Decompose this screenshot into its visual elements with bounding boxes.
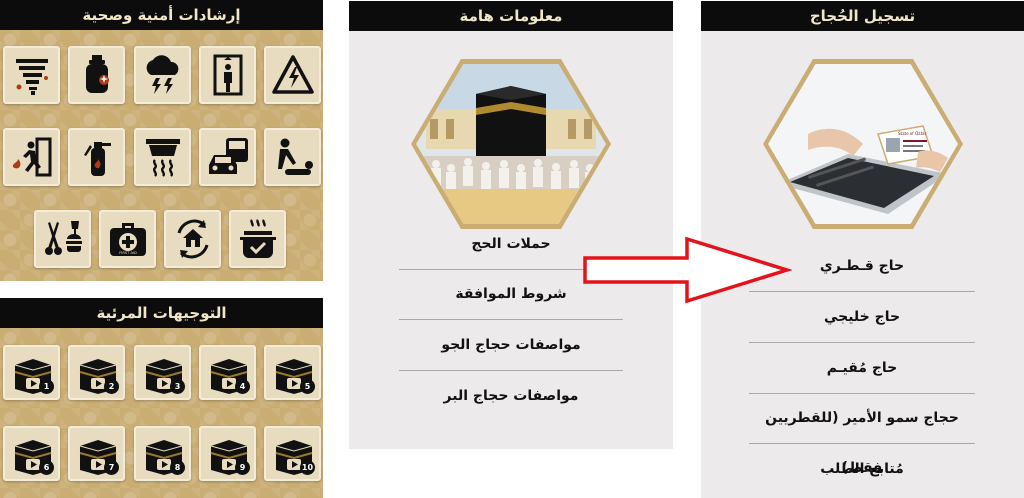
video-tile[interactable]: 7 [68,426,125,481]
cpr-tile[interactable] [264,128,321,186]
video-number: 10 [300,460,315,475]
video-number: 1 [39,379,54,394]
video-tile[interactable]: 6 [3,426,60,481]
cooking-pot-icon [239,219,276,258]
info-panel-header: معلومات هامة [349,1,673,31]
red-arrow-icon [583,236,792,304]
video-tile[interactable]: 8 [134,426,191,481]
vehicles-icon [208,138,248,174]
fire-extinguisher-icon [83,142,111,176]
cooking-pot-tile[interactable] [229,210,286,268]
storm-tile[interactable] [134,46,191,104]
tornado-tile[interactable] [3,46,60,104]
video-tile[interactable]: 3 [134,345,191,400]
first-aid-kit-tile[interactable]: FIRST AID [99,210,156,268]
gas-cylinder-icon [85,55,109,93]
barber-food-tile[interactable] [34,210,91,268]
vehicles-tile[interactable] [199,128,256,186]
info-menu-item[interactable]: مواصفات حجاج الجو [399,320,623,370]
house-care-tile[interactable] [164,210,221,268]
video-number: 5 [300,379,315,394]
storm-icon [146,55,178,94]
safety-panel: FIRST AID [0,30,323,281]
video-panel-header: التوجيهات المرئية [0,298,323,328]
id-card-text: State of Qatar [898,131,927,136]
video-number: 4 [235,379,250,394]
elevator-tile[interactable] [199,46,256,104]
high-voltage-icon [271,55,314,94]
video-tile[interactable]: 2 [68,345,125,400]
first-aid-text: FIRST AID [119,251,137,255]
elevator-icon [213,54,242,96]
safety-panel-header: إرشادات أمنية وصحية [0,0,323,30]
gas-cylinder-tile[interactable] [68,46,125,104]
cpr-icon [277,138,313,175]
registration-menu-item[interactable]: حجاج سمو الأمير (للقطريين فقط) [749,393,975,476]
emergency-exit-icon [12,137,51,177]
smoke-detector-icon [145,139,180,177]
video-number: 3 [170,379,185,394]
video-number: 6 [39,460,54,475]
video-number: 2 [104,379,119,394]
video-tile[interactable]: 5 [264,345,321,400]
laptop-id-card-image: State of Qatar [768,64,958,224]
video-number: 8 [170,460,185,475]
registration-menu-item[interactable]: حاج مُقيـم [749,343,975,393]
kaaba-image-frame [411,59,611,229]
video-number: 9 [235,460,250,475]
registration-panel-header: تسجيل الحُجاج [701,1,1024,31]
emergency-exit-tile[interactable] [3,128,60,186]
house-care-icon [177,219,208,259]
smoke-detector-tile[interactable] [134,128,191,186]
video-tile[interactable]: 10 [264,426,321,481]
laptop-image-frame: State of Qatar [763,59,963,229]
tornado-icon [15,59,48,95]
video-tile[interactable]: 4 [199,345,256,400]
high-voltage-tile[interactable] [264,46,321,104]
fire-extinguisher-tile[interactable] [68,128,125,186]
barber-food-icon [44,221,82,255]
info-menu-item[interactable]: مواصفات حجاج البر [399,371,623,421]
video-tile[interactable]: 9 [199,426,256,481]
first-aid-kit-icon: FIRST AID [109,223,146,256]
video-tile[interactable]: 1 [3,345,60,400]
video-panel: 1 2 3 4 5 6 7 8 9 10 [0,328,323,498]
registration-menu-item[interactable]: مُتابع الطلب [749,444,975,494]
video-number: 7 [104,460,119,475]
kaaba-image [416,64,606,224]
